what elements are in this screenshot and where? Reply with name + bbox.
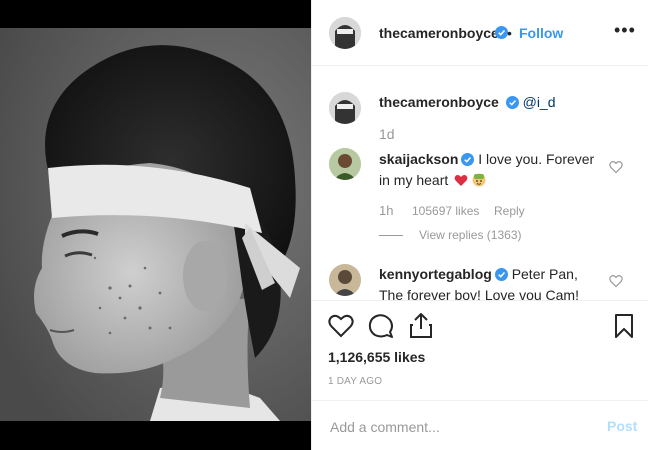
comment-reply-button[interactable]: Reply — [494, 204, 525, 218]
like-heart-icon[interactable] — [328, 314, 354, 338]
fairy-emoji-icon — [472, 173, 486, 187]
comment-bubble-icon[interactable] — [368, 313, 394, 339]
view-replies-button[interactable]: View replies (1363) — [419, 228, 522, 242]
post-photo[interactable] — [0, 28, 311, 421]
avatar-image — [329, 148, 361, 180]
caption-text: thecameronboyce @i_d — [379, 92, 556, 113]
header-username[interactable]: thecameronboyce — [379, 25, 499, 41]
post-header: thecameronboyce • Follow ••• — [312, 0, 648, 66]
comment-text-line2: in my heart — [379, 172, 449, 188]
save-bookmark-icon[interactable] — [614, 313, 634, 339]
caption-username[interactable]: thecameronboyce — [379, 94, 499, 110]
photo-pane — [0, 0, 311, 450]
comment-time[interactable]: 1h — [379, 203, 393, 218]
like-comment-heart-icon[interactable] — [609, 274, 623, 288]
comments-list[interactable]: thecameronboyce @i_d 1d skaijackson I lo… — [312, 66, 648, 300]
add-comment-bar: Post — [312, 400, 648, 450]
post-sidebar: thecameronboyce • Follow ••• thecameronb… — [311, 0, 648, 450]
post-actions: 1,126,655 likes 1 DAY AGO — [312, 300, 648, 400]
follow-button[interactable]: Follow — [519, 25, 563, 41]
avatar-image — [329, 264, 361, 296]
comment-username[interactable]: kennyortegablog — [379, 266, 492, 282]
post-timestamp[interactable]: 1 DAY AGO — [328, 376, 382, 387]
red-heart-emoji-icon — [454, 175, 468, 186]
more-options-icon[interactable]: ••• — [614, 20, 636, 41]
comment-username[interactable]: skaijackson — [379, 151, 458, 167]
comment-likes[interactable]: 105697 likes — [412, 204, 479, 218]
caption-time[interactable]: 1d — [379, 126, 395, 142]
comment-text: skaijackson I love you. Forever in my he… — [379, 149, 609, 191]
header-separator-dot: • — [507, 25, 512, 41]
verified-badge-icon — [494, 268, 508, 281]
avatar-image — [329, 17, 361, 49]
post-likes-count[interactable]: 1,126,655 likes — [328, 349, 425, 365]
share-icon[interactable] — [409, 312, 433, 339]
like-comment-heart-icon[interactable] — [609, 160, 623, 174]
verified-badge-icon — [461, 153, 475, 166]
caption-avatar[interactable] — [329, 92, 361, 124]
view-replies-divider — [379, 235, 403, 236]
comment-text: kennyortegablog Peter Pan, The forever b… — [379, 264, 619, 300]
comment-text-line1: Peter Pan, — [511, 266, 578, 282]
comment-avatar[interactable] — [329, 148, 361, 180]
comment-avatar[interactable] — [329, 264, 361, 296]
header-avatar[interactable] — [329, 17, 361, 49]
caption-mention-link[interactable]: @i_d — [523, 94, 556, 110]
portrait-image — [0, 28, 311, 421]
comment-text-line2: The forever bov! Love vou Cam! — [379, 287, 579, 300]
post-comment-button[interactable]: Post — [607, 418, 637, 434]
add-comment-input[interactable] — [328, 415, 592, 439]
comment-text-line1: I love you. Forever — [478, 151, 595, 167]
verified-badge-icon — [505, 96, 519, 109]
avatar-image — [329, 92, 361, 124]
